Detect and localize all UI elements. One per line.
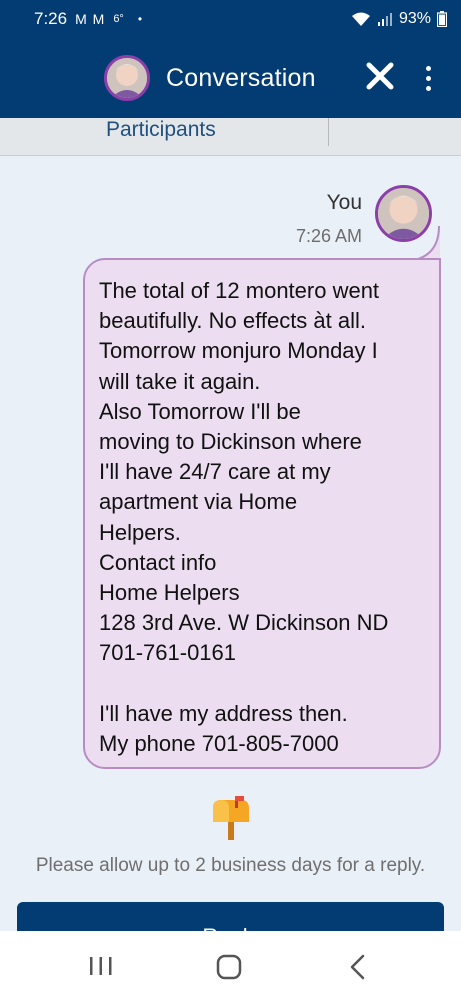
message-line: Home Helpers	[99, 579, 240, 605]
message-line: will take it again.	[99, 368, 261, 394]
more-vert-icon[interactable]	[416, 60, 440, 96]
message-line: 128 3rd Ave. W Dickinson ND	[99, 610, 389, 636]
status-time: 7:26	[34, 9, 68, 28]
message-line: I'll have my address then.	[99, 700, 348, 726]
nav-recents-icon[interactable]	[88, 955, 114, 977]
signal-icon	[377, 12, 393, 26]
nav-back-icon[interactable]	[348, 954, 368, 980]
message-line: Tomorrow monjuro Monday I	[99, 338, 378, 364]
message-line: Contact info	[99, 549, 217, 575]
nav-home-icon[interactable]	[216, 954, 242, 980]
wifi-icon	[351, 11, 371, 27]
app-header: Conversation	[0, 38, 461, 118]
battery-icon	[437, 11, 447, 27]
message-line: My phone 701-805-7000	[99, 730, 339, 756]
message-line: 701-761-0161	[99, 640, 237, 666]
message-sender: You	[326, 191, 362, 214]
message-line: Also Tomorrow I'll be	[99, 398, 301, 424]
status-bar: 7:26 M M 6° • 93%	[0, 0, 461, 38]
navigation-bar	[0, 931, 461, 1000]
message-line: I'll have 24/7 care at my	[99, 459, 331, 485]
tab-bar: Participants	[0, 118, 461, 156]
message-line: The total of 12 montero went	[99, 278, 380, 303]
status-temperature: 6°	[113, 13, 124, 25]
message-timestamp: 7:26 AM	[295, 226, 362, 246]
message-line: apartment via Home	[99, 489, 298, 515]
message-bubble[interactable]: The total of 12 montero went beautifully.…	[83, 258, 441, 769]
mailbox-icon	[213, 796, 249, 840]
close-icon	[365, 61, 395, 96]
message-line: moving to Dickinson where	[99, 428, 362, 454]
bubble-tail	[418, 226, 440, 260]
message-line	[99, 668, 429, 698]
reply-notice: Please allow up to 2 business days for a…	[35, 855, 426, 876]
message-body: The total of 12 montero went beautifully.…	[99, 276, 429, 759]
page-title: Conversation	[166, 64, 316, 92]
tab-participants[interactable]: Participants	[106, 118, 216, 142]
battery-level: 93%	[398, 10, 431, 27]
status-dot: •	[137, 12, 143, 26]
message-line: beautifully. No effects àt all.	[99, 308, 366, 334]
message-line: Helpers.	[99, 519, 181, 545]
avatar[interactable]	[104, 55, 150, 101]
close-button[interactable]	[362, 60, 398, 96]
tab-divider	[328, 118, 329, 146]
notification-icons: M M	[75, 11, 106, 27]
